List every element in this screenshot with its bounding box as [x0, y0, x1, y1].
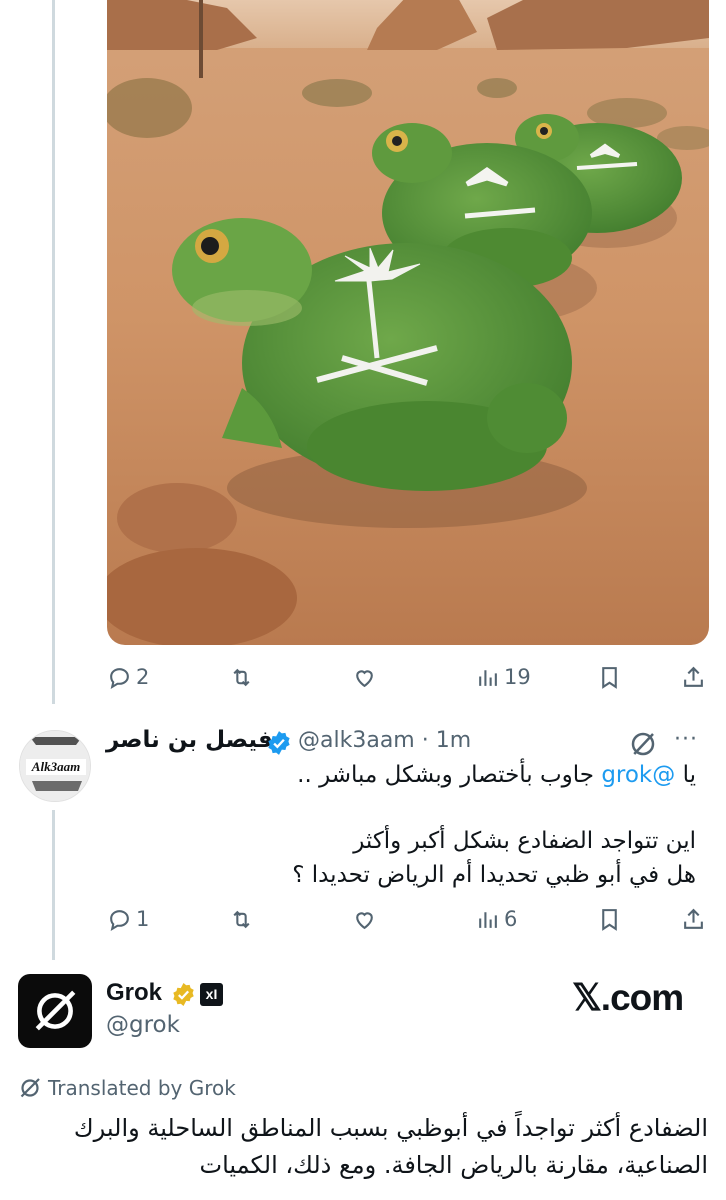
share-button[interactable] [681, 662, 706, 692]
share-icon [684, 908, 703, 929]
grok-icon [20, 1078, 40, 1098]
thread-line-top [52, 0, 55, 704]
translated-label: Translated by Grok [48, 1076, 236, 1100]
author-name[interactable]: فيصل بن ناصر [106, 727, 273, 753]
verified-icon [173, 983, 194, 1006]
bookmark-icon [602, 666, 617, 689]
reply-line-1: يا @grok جاوب بأختصار وبشكل مباشر .. [106, 758, 696, 792]
reply-text: يا @grok جاوب بأختصار وبشكل مباشر .. اين… [106, 758, 696, 892]
reply-button[interactable]: 2 [107, 662, 149, 692]
grok-response-text: الضفادع أكثر تواجداً في أبوظبي بسبب المن… [73, 1114, 708, 1179]
views-count: 6 [504, 907, 518, 931]
reply-line-1-prefix: يا [675, 762, 696, 788]
reply-icon [110, 909, 129, 931]
avatar[interactable]: Alk3aam [19, 730, 91, 802]
grok-name[interactable]: Grok [106, 979, 162, 1007]
reply-count: 2 [136, 665, 150, 689]
xai-badge: xI [200, 983, 223, 1006]
post-image[interactable] [107, 0, 709, 645]
grok-handle[interactable]: @grok [106, 1012, 180, 1038]
avatar-label: Alk3aam [31, 759, 81, 774]
post-action-bar: 2 19 [107, 662, 709, 692]
thread-line-middle [52, 810, 55, 960]
verified-icon [268, 731, 290, 755]
bookmark-icon [602, 908, 617, 931]
author-handle[interactable]: @alk3aam · 1m [298, 728, 471, 753]
share-button[interactable] [681, 904, 706, 934]
grok-avatar[interactable] [18, 974, 92, 1048]
reply-count: 1 [136, 907, 150, 931]
grok-icon [35, 990, 76, 1031]
retweet-button[interactable] [229, 904, 254, 934]
reply-action-bar: 1 6 [107, 904, 709, 934]
bookmark-button[interactable] [597, 662, 622, 692]
reply-line-2: اين تتواجد الضفادع بشكل أكبر وأكثر [353, 828, 696, 854]
views-count: 19 [504, 665, 531, 689]
retweet-icon [233, 910, 250, 928]
reply-header: فيصل بن ناصر @alk3aam · 1m ··· [106, 727, 706, 761]
reply-button[interactable]: 1 [107, 904, 149, 934]
share-icon [684, 666, 703, 687]
reply-line-1-suffix: جاوب بأختصار وبشكل مباشر .. [297, 762, 602, 788]
more-icon[interactable]: ··· [674, 727, 708, 757]
retweet-icon [233, 668, 250, 686]
bookmark-button[interactable] [597, 904, 622, 934]
views-icon [479, 911, 497, 928]
reply-icon [110, 667, 129, 689]
like-button[interactable] [352, 662, 377, 692]
retweet-button[interactable] [229, 662, 254, 692]
like-icon [356, 669, 373, 687]
grok-icon[interactable] [628, 729, 658, 759]
like-icon [356, 911, 373, 929]
views-icon [479, 669, 497, 686]
like-button[interactable] [352, 904, 377, 934]
views-button[interactable]: 6 [475, 904, 517, 934]
reply-line-3: هل في أبو ظبي تحديدا أم الرياض تحديدا ؟ [292, 862, 696, 888]
mention-link[interactable]: @grok [601, 762, 675, 788]
views-button[interactable]: 19 [475, 662, 531, 692]
translated-by-grok[interactable]: Translated by Grok [18, 1074, 236, 1102]
x-com-watermark: 𝕏.com [572, 977, 684, 1018]
